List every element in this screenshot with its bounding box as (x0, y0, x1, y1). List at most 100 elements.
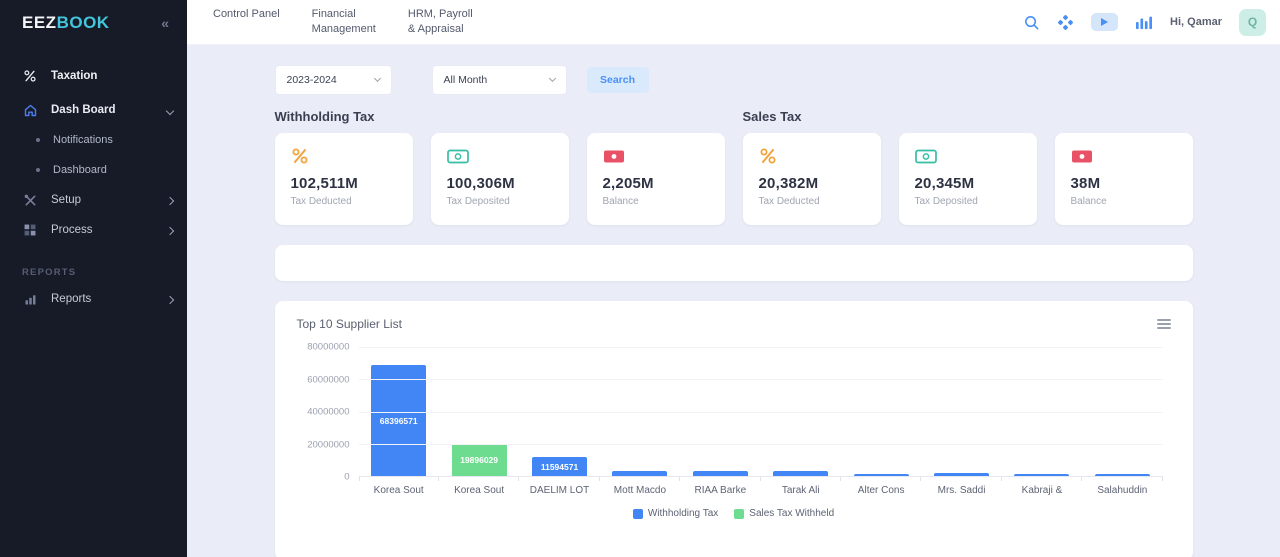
legend-item[interactable]: Withholding Tax (633, 508, 718, 519)
stat-value: 2,205M (603, 175, 709, 192)
chart-bar[interactable] (934, 473, 989, 476)
stat-groups: Withholding Tax 102,511M Tax Deducted 10 (275, 109, 1193, 225)
banknote-icon (1071, 146, 1177, 166)
sidebar-item-label: Dash Board (51, 104, 116, 116)
bullet-icon (36, 138, 40, 142)
legend-swatch (734, 509, 744, 519)
sidebar-item-dashboard[interactable]: Dashboard (0, 155, 187, 185)
chart-bar[interactable] (612, 471, 667, 476)
sidebar-item-setup[interactable]: Setup (0, 185, 187, 215)
nav-control-panel[interactable]: Control Panel (213, 7, 280, 37)
stat-value: 102,511M (291, 175, 397, 192)
bullet-icon (36, 168, 40, 172)
play-icon[interactable] (1091, 13, 1118, 31)
x-axis-label: Korea Sout (359, 477, 439, 496)
search-button[interactable]: Search (587, 67, 649, 93)
chart-menu-icon[interactable] (1157, 317, 1171, 331)
card-withholding-balance: 2,205M Balance (587, 133, 725, 225)
chart-bar[interactable]: 19896029 (452, 444, 507, 476)
chart-bar[interactable] (1014, 474, 1069, 476)
chart-bar[interactable]: 68396571 (371, 365, 426, 476)
logo-row: EEZBOOK « (0, 0, 187, 45)
legend-item[interactable]: Sales Tax Withheld (734, 508, 834, 519)
sidebar-item-dashboard-group[interactable]: Dash Board (0, 95, 187, 125)
banknote-icon (447, 146, 553, 166)
x-axis-label: Mrs. Saddi (921, 477, 1001, 496)
search-icon[interactable] (1023, 14, 1040, 31)
card-withholding-tax-deducted: 102,511M Tax Deducted (275, 133, 413, 225)
card-sales-balance: 38M Balance (1055, 133, 1193, 225)
nav-hrm-payroll[interactable]: HRM, Payroll & Appraisal (408, 7, 473, 37)
chevron-right-icon (167, 191, 173, 209)
sidebar-collapse-icon[interactable]: « (161, 15, 167, 31)
stat-value: 100,306M (447, 175, 553, 192)
nav-financial-management[interactable]: Financial Management (312, 7, 376, 37)
stat-label: Tax Deposited (447, 196, 553, 207)
sales-tax-title: Sales Tax (743, 109, 1193, 124)
user-greeting: Hi, Qamar (1170, 16, 1222, 28)
main-content: 2023-2024 All Month Search Withholding T… (187, 45, 1280, 557)
stat-label: Tax Deposited (915, 196, 1021, 207)
sidebar-item-label: Notifications (53, 134, 113, 146)
nav-label: & Appraisal (408, 22, 473, 37)
nav-label: Control Panel (213, 7, 280, 22)
legend-label: Sales Tax Withheld (749, 508, 834, 519)
apps-icon[interactable] (1057, 14, 1074, 31)
fiscal-year-value: 2023-2024 (287, 74, 337, 86)
chart-bar[interactable] (773, 471, 828, 476)
bar-value-label: 19896029 (460, 455, 498, 465)
x-axis-label: Salahuddin (1082, 477, 1162, 496)
sidebar-item-reports[interactable]: Reports (0, 284, 187, 314)
card-sales-tax-deposited: 20,345M Tax Deposited (899, 133, 1037, 225)
filter-bar: 2023-2024 All Month Search (275, 65, 1193, 95)
stat-value: 20,345M (915, 175, 1021, 192)
sidebar-item-label: Reports (51, 293, 91, 305)
sidebar-item-taxation[interactable]: Taxation (0, 61, 187, 91)
x-axis-label: Kabraji & (1002, 477, 1082, 496)
chevron-down-icon (373, 75, 380, 82)
card-withholding-tax-deposited: 100,306M Tax Deposited (431, 133, 569, 225)
sidebar-section-reports: REPORTS (22, 267, 187, 278)
x-axis-label: RIAA Barke (680, 477, 760, 496)
gridline (359, 412, 1163, 413)
chart-bar[interactable] (854, 474, 909, 476)
stat-label: Balance (1071, 196, 1177, 207)
chart-title: Top 10 Supplier List (297, 317, 402, 331)
chart-x-axis: Korea SoutKorea SoutDAELIM LOTMott Macdo… (359, 477, 1163, 496)
chart-y-axis: 800000006000000040000000200000000 (297, 347, 359, 477)
avatar[interactable]: Q (1239, 9, 1266, 36)
withholding-tax-title: Withholding Tax (275, 109, 725, 124)
stats-icon[interactable] (1135, 14, 1153, 30)
x-axis-label: Tarak Ali (761, 477, 841, 496)
chart-legend: Withholding Tax Sales Tax Withheld (297, 508, 1171, 519)
home-icon (22, 102, 38, 118)
chart-bar[interactable] (693, 471, 748, 476)
gridline (359, 379, 1163, 380)
stat-label: Balance (603, 196, 709, 207)
logo-text-primary: EEZ (22, 13, 57, 32)
nav-label: Management (312, 22, 376, 37)
bar-value-label: 68396571 (380, 416, 418, 426)
x-axis-label: DAELIM LOT (519, 477, 599, 496)
month-select[interactable]: All Month (432, 65, 567, 95)
banknote-icon (915, 146, 1021, 166)
fiscal-year-select[interactable]: 2023-2024 (275, 65, 392, 95)
withholding-tax-group: Withholding Tax 102,511M Tax Deducted 10 (275, 109, 725, 225)
card-sales-tax-deducted: 20,382M Tax Deducted (743, 133, 881, 225)
sidebar-item-process[interactable]: Process (0, 215, 187, 245)
chart-bar[interactable] (1095, 474, 1150, 476)
chevron-down-icon (548, 75, 555, 82)
x-axis-label: Mott Macdo (600, 477, 680, 496)
tools-icon (22, 192, 38, 208)
sidebar-item-label: Setup (51, 194, 81, 206)
chart-plot-area: 800000006000000040000000200000000 683965… (297, 347, 1171, 477)
empty-panel (275, 245, 1193, 281)
chart-bar[interactable]: 11594571 (532, 457, 587, 476)
sidebar: EEZBOOK « Taxation Dash Board Notificati… (0, 0, 187, 557)
gridline (359, 444, 1163, 445)
y-axis-tick: 40000000 (307, 407, 349, 418)
bar-value-label: 11594571 (541, 462, 578, 472)
stat-value: 38M (1071, 175, 1177, 192)
chevron-down-icon (167, 101, 173, 119)
sidebar-item-notifications[interactable]: Notifications (0, 125, 187, 155)
